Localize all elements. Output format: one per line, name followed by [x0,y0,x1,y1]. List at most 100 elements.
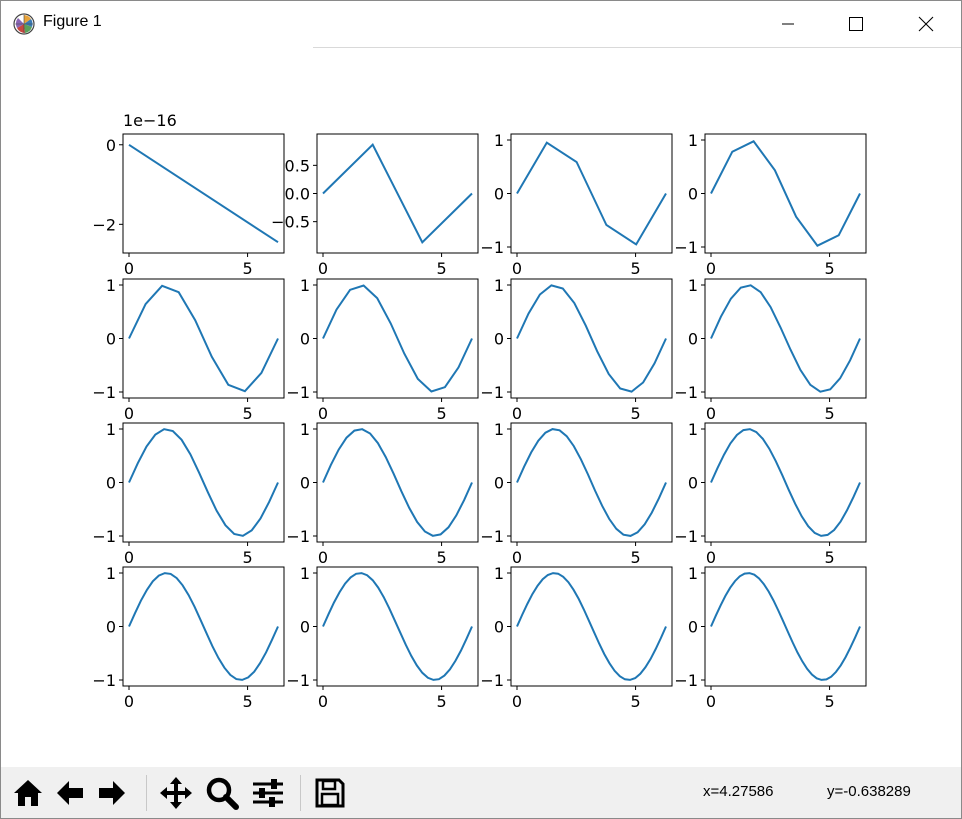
y-tick-label: 1 [688,131,698,150]
y-tick-label: −1 [674,383,698,402]
y-tick-label: 1 [494,131,504,150]
x-tick-label: 0 [124,692,134,711]
x-tick-label: 0 [318,692,328,711]
y-tick-label: −1 [674,527,698,546]
y-tick-label: −0.5 [271,213,310,232]
x-tick-label: 5 [436,548,446,567]
y-tick-label: 1 [106,564,116,583]
y-tick-label: 1 [494,276,504,295]
y-tick-label: 1 [688,564,698,583]
close-icon [918,16,934,32]
y-tick-label: 1 [494,564,504,583]
arrow-right-icon [99,781,125,805]
x-tick-label: 0 [512,548,522,567]
y-tick-label: −1 [92,527,116,546]
save-button[interactable] [311,773,349,813]
y-offset-label: 1e−16 [123,111,177,130]
y-tick-label: −1 [286,671,310,690]
y-tick-label: 0 [300,618,310,637]
y-tick-label: 0 [106,474,116,493]
maximize-button[interactable] [833,1,879,47]
x-tick-label: 5 [242,548,252,567]
toolbar-separator [146,775,147,811]
matplotlib-logo-icon [13,13,35,35]
x-tick-label: 0 [318,548,328,567]
y-tick-label: 1 [300,420,310,439]
x-tick-label: 0 [512,404,522,423]
y-tick-label: 0 [106,618,116,637]
x-tick-label: 0 [706,548,716,567]
y-tick-label: −1 [92,383,116,402]
x-tick-label: 5 [824,404,834,423]
configure-subplots-button[interactable] [249,773,287,813]
figure-canvas[interactable]: 1e−16 0 −2 0 5 0.5 0.0 −0.5 0 5 1 0 −1 0 5 1 0 −1 0 5 1 0 −1 0… [1,48,961,766]
x-tick-label: 5 [242,692,252,711]
back-button[interactable] [51,773,89,813]
x-tick-label: 5 [436,259,446,278]
y-tick-label: 0 [494,618,504,637]
x-tick-label: 0 [706,692,716,711]
x-tick-label: 0 [124,259,134,278]
close-button[interactable] [903,1,949,47]
x-tick-label: 0 [706,259,716,278]
y-tick-label: −2 [92,215,116,234]
window-title: Figure 1 [43,13,102,30]
toolbar-separator [300,775,301,811]
title-bar[interactable]: Figure 1 [1,1,961,47]
y-tick-label: 0 [688,618,698,637]
y-tick-label: 1 [106,420,116,439]
forward-button[interactable] [93,773,131,813]
y-tick-label: 1 [688,276,698,295]
y-tick-label: 0 [688,185,698,204]
home-icon [14,780,42,806]
y-tick-label: −1 [480,527,504,546]
sliders-icon [253,779,283,807]
y-tick-label: 0 [494,330,504,349]
x-tick-label: 5 [824,259,834,278]
x-tick-label: 5 [242,259,252,278]
pan-button[interactable] [157,773,195,813]
x-tick-label: 5 [436,404,446,423]
x-tick-label: 0 [512,259,522,278]
x-tick-label: 5 [824,692,834,711]
y-tick-label: 0 [688,474,698,493]
y-tick-label: 0 [300,330,310,349]
x-tick-label: 5 [630,548,640,567]
y-tick-label: 0.0 [285,185,310,204]
y-tick-label: −1 [286,527,310,546]
x-tick-label: 0 [124,404,134,423]
figure-window: Figure 1 1e−16 0 −2 0 5 0.5 0.0 −0.5 0 5 1 0 −1 0 5 1 0… [0,0,962,819]
y-tick-label: 0 [106,330,116,349]
navigation-toolbar: x=4.27586 y=-0.638289 [1,767,961,818]
y-tick-label: −1 [674,238,698,257]
y-tick-label: 1 [688,420,698,439]
y-tick-label: −1 [92,671,116,690]
y-tick-label: 1 [106,276,116,295]
x-tick-label: 5 [436,692,446,711]
y-tick-label: 1 [300,564,310,583]
minimize-icon [782,23,794,25]
x-tick-label: 0 [318,259,328,278]
y-tick-label: 0 [688,330,698,349]
zoom-button[interactable] [203,773,241,813]
y-tick-label: −1 [480,383,504,402]
subplot-grid[interactable]: 1e−16 0−20 50.50.0−0.50 510−10 510−10 510−10… [1,48,961,766]
magnifier-icon [206,777,239,810]
y-tick-label: 0 [106,136,116,155]
y-tick-label: −1 [480,671,504,690]
x-tick-label: 5 [824,548,834,567]
x-tick-label: 5 [630,404,640,423]
x-tick-label: 0 [318,404,328,423]
x-tick-label: 0 [512,692,522,711]
y-tick-label: 0.5 [285,156,310,175]
y-tick-label: 1 [300,276,310,295]
y-tick-label: 1 [494,420,504,439]
x-tick-label: 0 [124,548,134,567]
x-tick-label: 5 [630,692,640,711]
y-tick-label: 0 [494,185,504,204]
y-tick-label: −1 [674,671,698,690]
y-tick-label: −1 [480,238,504,257]
minimize-button[interactable] [765,1,811,47]
home-button[interactable] [9,773,47,813]
x-tick-label: 5 [630,259,640,278]
